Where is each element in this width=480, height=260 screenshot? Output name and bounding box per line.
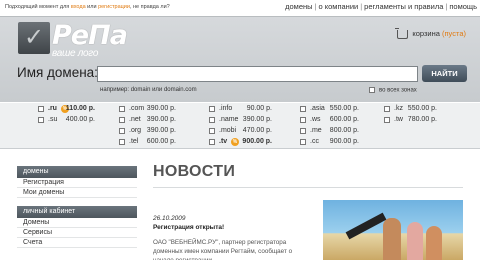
zone-checkbox[interactable] (119, 128, 125, 134)
zone-ru[interactable]: .ru % 110.00 р. (38, 105, 95, 115)
cart-label: корзина (412, 29, 440, 38)
promo-text: Подходящий момент для (5, 4, 71, 10)
sidebar-item-services[interactable]: Сервисы (17, 228, 137, 238)
cart-status: (пуста) (442, 29, 466, 38)
zone-checkbox[interactable] (300, 139, 306, 145)
zone-mobi[interactable]: .mobi 470.00 р. (209, 127, 272, 137)
login-promo: Подходящий момент для входа или регистра… (5, 4, 170, 10)
zone-org[interactable]: .org 390.00 р. (119, 127, 176, 137)
top-nav: домены | о компании | регламенты и правила | п… (285, 2, 477, 11)
zone-info[interactable]: .info 90.00 р. (209, 105, 272, 115)
zone-net[interactable]: .net 390.00 р. (119, 116, 176, 126)
promo-text-end: , не правда ли? (129, 4, 170, 10)
news-divider (153, 187, 463, 188)
logo-tagline: ваше лого (52, 48, 99, 59)
zone-ws[interactable]: .ws 600.00 р. (300, 116, 359, 126)
zone-me[interactable]: .me 800.00 р. (300, 127, 359, 137)
zone-cc[interactable]: .cc 900.00 р. (300, 138, 359, 148)
all-zones-checkbox[interactable] (369, 87, 375, 93)
person-shape (407, 222, 423, 260)
zone-checkbox[interactable] (384, 106, 390, 112)
zone-checkbox[interactable] (300, 106, 306, 112)
sidebar-item-registration[interactable]: Регистрация (17, 178, 137, 188)
zone-tw[interactable]: .tw 780.00 р. (384, 116, 437, 126)
news-headline[interactable]: Регистрация открыта! (153, 224, 224, 231)
promo-text-mid: или (85, 4, 99, 10)
person-shape (426, 226, 442, 260)
logo-check-icon (18, 22, 50, 54)
domain-zones-grid: .ru % 110.00 р. .su 400.00 р. .com 390.0… (0, 103, 480, 149)
login-link[interactable]: входа (71, 4, 86, 10)
top-bar: Подходящий момент для входа или регистра… (0, 0, 480, 16)
all-zones-option[interactable]: во всех зонах (369, 87, 417, 94)
nav-help[interactable]: помощь (449, 2, 477, 11)
zone-asia[interactable]: .asia 550.00 р. (300, 105, 359, 115)
zone-tv[interactable]: .tv % 900.00 р. (209, 138, 272, 148)
zone-su[interactable]: .su 400.00 р. (38, 116, 95, 126)
domain-search-input[interactable] (97, 66, 418, 82)
sidebar-item-invoices[interactable]: Счета (17, 238, 137, 248)
sidebar-item-cabinet-domains[interactable]: Домены (17, 218, 137, 228)
zone-checkbox[interactable] (209, 139, 215, 145)
zone-checkbox[interactable] (119, 117, 125, 123)
zone-checkbox[interactable] (300, 128, 306, 134)
news-title: НОВОСТИ (153, 163, 236, 180)
sidebar-head-cabinet: личный кабинет (17, 206, 137, 218)
zone-name[interactable]: .name 390.00 р. (209, 116, 272, 126)
logo[interactable]: РеПа ваше лого (18, 20, 128, 60)
all-zones-label: во всех зонах (379, 87, 417, 94)
zone-checkbox[interactable] (300, 117, 306, 123)
telescope-shape (345, 212, 387, 240)
nav-rules[interactable]: регламенты и правила (364, 2, 443, 11)
sidebar-item-my-domains[interactable]: Мои домены (17, 188, 137, 198)
news-date: 26.10.2009 (153, 215, 186, 222)
sidebar-head-domains: домены (17, 166, 137, 178)
zone-checkbox[interactable] (119, 106, 125, 112)
news-photo (323, 200, 463, 260)
sidebar: домены Регистрация Мои домены личный каб… (17, 166, 137, 248)
zone-checkbox[interactable] (38, 117, 44, 123)
zone-checkbox[interactable] (209, 106, 215, 112)
hot-deal-icon: % (231, 138, 239, 146)
header: РеПа ваше лого корзина (пуста) Имя домен… (0, 16, 480, 102)
search-hint: например: domain или domain.com (100, 87, 197, 93)
logo-name: РеПа (52, 20, 128, 51)
register-link[interactable]: регистрации (98, 4, 130, 10)
zone-kz[interactable]: .kz 550.00 р. (384, 105, 437, 115)
zone-checkbox[interactable] (38, 106, 44, 112)
person-shape (383, 218, 401, 260)
zone-checkbox[interactable] (209, 128, 215, 134)
zone-checkbox[interactable] (119, 139, 125, 145)
search-button[interactable]: НАЙТИ (422, 65, 467, 82)
cart-icon (395, 27, 409, 39)
zone-tel[interactable]: .tel 600.00 р. (119, 138, 176, 148)
nav-about[interactable]: о компании (319, 2, 359, 11)
zone-checkbox[interactable] (384, 117, 390, 123)
cart[interactable]: корзина (пуста) (395, 27, 466, 39)
news-text: ОАО "ВЕБНЕЙМС.РУ", партнер регистратора … (153, 239, 293, 260)
zone-checkbox[interactable] (209, 117, 215, 123)
nav-domains[interactable]: домены (285, 2, 312, 11)
zone-com[interactable]: .com 390.00 р. (119, 105, 176, 115)
domain-name-label: Имя домена: (17, 65, 98, 80)
